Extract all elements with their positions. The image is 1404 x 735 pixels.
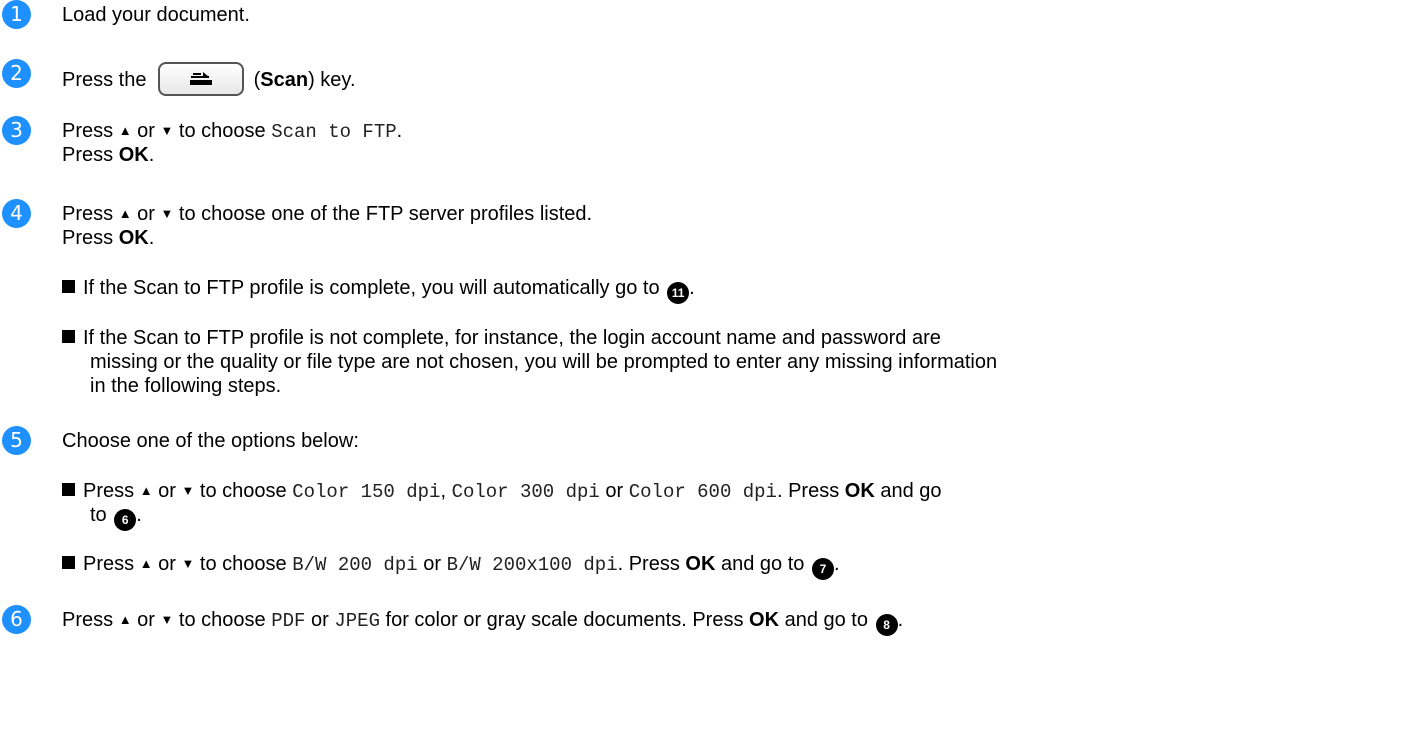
bullet-square-icon: [62, 280, 75, 293]
text: to choose: [178, 120, 266, 142]
menu-option: Color 150 dpi: [292, 481, 441, 503]
text: to choose: [199, 480, 287, 502]
bullet-square-icon: [62, 483, 75, 496]
step-text: Press ▲ or ▼ to choose Scan to FTP.: [62, 119, 402, 144]
up-arrow-icon: ▲: [118, 123, 132, 138]
step-reference-icon: 8: [875, 614, 898, 636]
list-item: If the Scan to FTP profile is not comple…: [62, 326, 941, 350]
step-text-post: ) key.: [308, 69, 356, 91]
up-arrow-icon: ▲: [139, 483, 153, 498]
text: Press: [62, 227, 114, 249]
down-arrow-icon: ▼: [181, 556, 195, 571]
text: or: [423, 553, 441, 575]
up-arrow-icon: ▲: [139, 556, 153, 571]
menu-option: JPEG: [334, 610, 380, 632]
scan-key-label: Scan: [260, 69, 309, 91]
text: and go to: [784, 609, 868, 631]
text: to choose: [178, 609, 266, 631]
text: . Press: [776, 480, 840, 502]
step-reference-icon: 7: [811, 558, 834, 580]
list-item-continuation: missing or the quality or file type are …: [90, 351, 998, 373]
text: If the Scan to FTP profile is not comple…: [83, 327, 941, 349]
list-item: If the Scan to FTP profile is complete, …: [62, 276, 695, 304]
list-item-continuation: to 6.: [90, 503, 142, 531]
text: to choose one of the FTP server profiles…: [178, 203, 593, 225]
down-arrow-icon: ▼: [160, 206, 174, 221]
ok-key-label: OK: [118, 144, 149, 166]
step-reference-icon: 11: [667, 282, 690, 304]
step-text: Choose one of the options below:: [62, 430, 359, 452]
text: Press: [62, 203, 114, 225]
down-arrow-icon: ▼: [160, 612, 174, 627]
step-number-badge: 1: [2, 0, 31, 29]
text: or: [311, 609, 329, 631]
step-text: Press ▲ or ▼ to choose one of the FTP se…: [62, 202, 592, 226]
text: .: [833, 553, 840, 575]
menu-option: Color 600 dpi: [628, 481, 777, 503]
text: Press: [83, 553, 135, 575]
step-text-line2: Press OK.: [62, 226, 154, 250]
text: .: [136, 504, 142, 526]
text: .: [897, 609, 904, 631]
menu-option: Color 300 dpi: [451, 481, 600, 503]
up-arrow-icon: ▲: [118, 612, 132, 627]
list-item: Press ▲ or ▼ to choose B/W 200 dpi or B/…: [62, 552, 840, 580]
text: Press: [62, 120, 114, 142]
text: Press: [83, 480, 135, 502]
text: .: [396, 120, 403, 142]
up-arrow-icon: ▲: [118, 206, 132, 221]
text: or: [137, 120, 155, 142]
text: or: [158, 553, 176, 575]
step-number-badge: 2: [2, 59, 31, 88]
text: . Press: [617, 553, 680, 575]
step-text-pre: Press the: [62, 69, 147, 91]
menu-option: B/W 200 dpi: [292, 554, 418, 576]
step-reference-icon: 6: [114, 509, 137, 531]
ok-key-label: OK: [844, 480, 875, 502]
text: Press: [62, 144, 114, 166]
ok-key-label: OK: [749, 609, 780, 631]
text: .: [148, 144, 155, 166]
text: .: [689, 277, 695, 299]
text: or: [137, 609, 155, 631]
text: or: [137, 203, 155, 225]
text: for color or gray scale documents. Press: [385, 609, 744, 631]
text: to: [90, 504, 107, 526]
ok-key-label: OK: [118, 227, 149, 249]
bullet-square-icon: [62, 330, 75, 343]
list-item-continuation: in the following steps.: [90, 375, 282, 397]
scan-key-icon: [158, 62, 245, 96]
step-text: Press the (Scan) key.: [62, 62, 356, 96]
text: or: [605, 480, 624, 502]
text: .: [148, 227, 155, 249]
menu-option: PDF: [271, 610, 306, 632]
menu-option: B/W 200x100 dpi: [446, 554, 618, 576]
step-number-badge: 6: [2, 605, 31, 634]
ok-key-label: OK: [685, 553, 716, 575]
text: or: [158, 480, 176, 502]
text: ,: [440, 480, 447, 502]
menu-option: Scan to FTP: [271, 121, 397, 143]
text: and go to: [720, 553, 805, 575]
text: to choose: [199, 553, 287, 575]
down-arrow-icon: ▼: [160, 123, 174, 138]
step-number-badge: 5: [2, 426, 31, 455]
step-text: Load your document.: [62, 4, 250, 26]
step-text-line2: Press OK.: [62, 143, 154, 167]
text: and go: [880, 480, 942, 502]
step-number-badge: 4: [2, 199, 31, 228]
text: Press: [62, 609, 114, 631]
text: If the Scan to FTP profile is complete, …: [83, 277, 660, 299]
bullet-square-icon: [62, 556, 75, 569]
down-arrow-icon: ▼: [181, 483, 195, 498]
list-item: Press ▲ or ▼ to choose Color 150 dpi, Co…: [62, 479, 942, 504]
step-number-badge: 3: [2, 116, 31, 145]
step-text: Press ▲ or ▼ to choose PDF or JPEG for c…: [62, 608, 903, 636]
